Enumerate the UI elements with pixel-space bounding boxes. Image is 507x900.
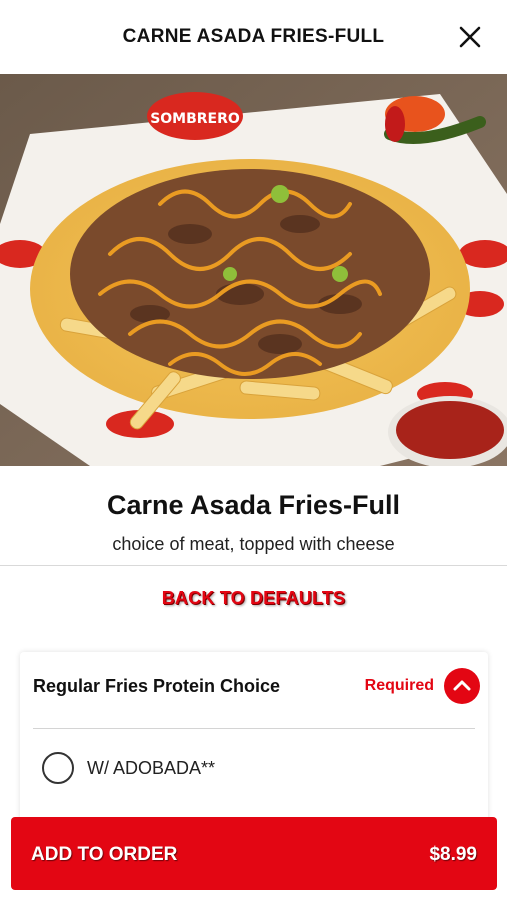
chevron-up-icon[interactable] (444, 668, 480, 704)
item-name: Carne Asada Fries-Full (106, 490, 401, 520)
page-title: CARNE ASADA FRIES-FULL (122, 26, 385, 47)
back-to-defaults-button[interactable]: BACK TO DEFAULTS (0, 588, 507, 609)
add-to-order-button[interactable]: ADD TO ORDER $8.99 (11, 817, 497, 890)
divider (33, 728, 475, 729)
required-badge: Required (364, 677, 434, 694)
add-to-order-label: ADD TO ORDER (31, 844, 178, 865)
option-label: W/ ADOBADA** (87, 758, 216, 778)
modal-header: CARNE ASADA FRIES-FULL (0, 0, 507, 74)
divider (0, 565, 507, 566)
item-photo: SOMBRERO (0, 74, 507, 466)
close-icon[interactable] (457, 24, 483, 50)
protein-choice-section: Regular Fries Protein Choice Required W/… (20, 652, 488, 842)
option-adobada[interactable]: W/ ADOBADA** (42, 750, 472, 786)
item-price: $8.99 (429, 844, 477, 865)
section-title: Regular Fries Protein Choice (33, 676, 281, 696)
radio-button[interactable] (42, 752, 74, 784)
brand-logo: SOMBRERO (150, 111, 240, 127)
item-description: choice of meat, topped with cheese (112, 534, 395, 554)
